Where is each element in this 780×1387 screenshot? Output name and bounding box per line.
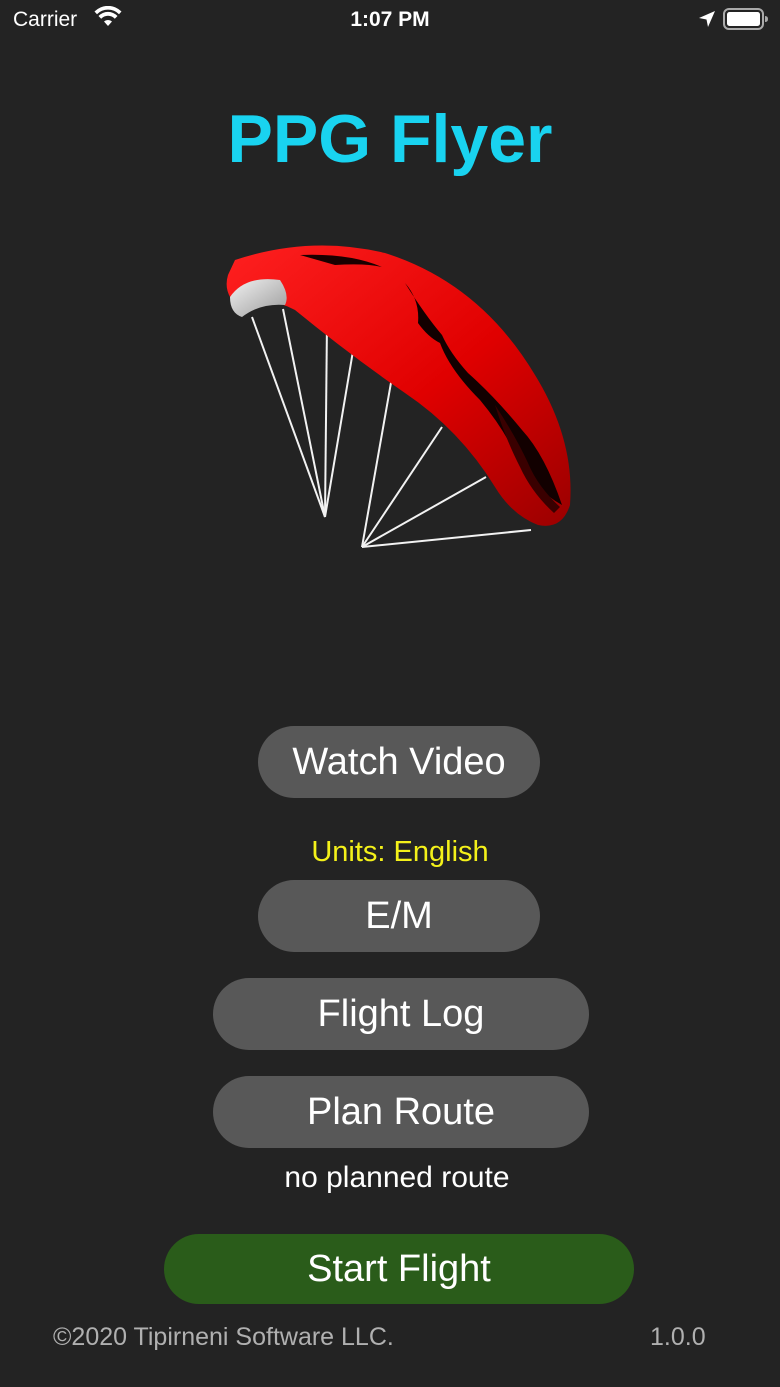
copyright-label: ©2020 Tipirneni Software LLC.: [53, 1323, 394, 1351]
units-label: Units: English: [311, 836, 489, 868]
paraglider-wing-icon: [150, 225, 630, 640]
location-arrow-icon: [697, 9, 717, 34]
start-flight-button[interactable]: Start Flight: [164, 1234, 634, 1304]
status-bar: Carrier 1:07 PM: [0, 0, 780, 40]
route-status-label: no planned route: [284, 1161, 510, 1194]
units-toggle-button[interactable]: E/M: [258, 880, 540, 952]
version-label: 1.0.0: [650, 1323, 706, 1351]
app-title: PPG Flyer: [227, 101, 553, 177]
clock-time: 1:07 PM: [350, 8, 430, 31]
watch-video-button[interactable]: Watch Video: [258, 726, 540, 798]
plan-route-button[interactable]: Plan Route: [213, 1076, 589, 1148]
flight-log-button[interactable]: Flight Log: [213, 978, 589, 1050]
battery-icon: [723, 8, 769, 35]
